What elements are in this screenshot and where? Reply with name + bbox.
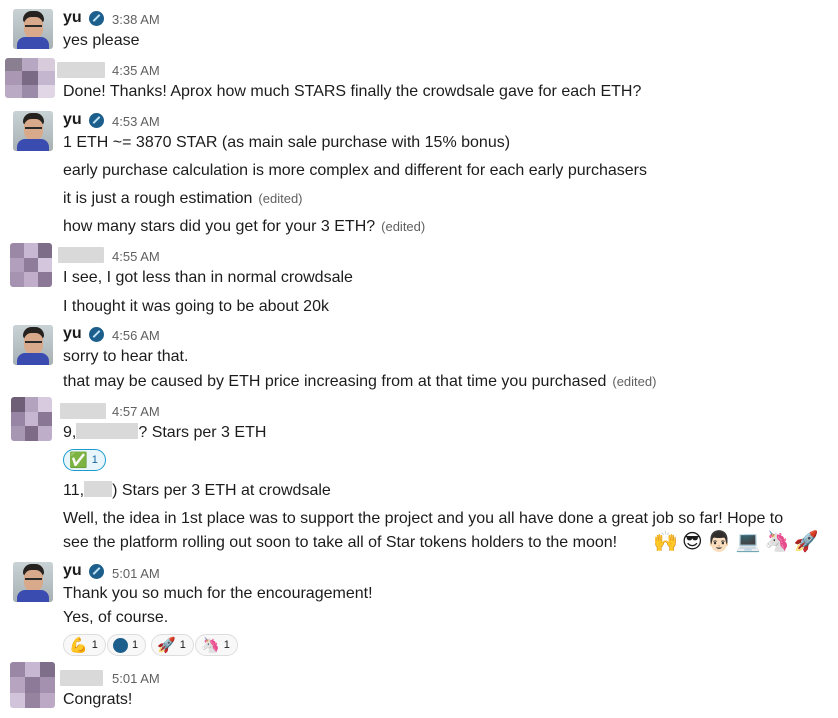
message-text-content: 11, <box>63 482 85 499</box>
star-logo-icon <box>113 637 128 653</box>
message-timestamp[interactable]: 4:55 AM <box>112 249 160 264</box>
reaction-count: 1 <box>91 454 98 466</box>
message-text: 1 ETH ~= 3870 STAR (as main sale purchas… <box>63 134 511 151</box>
flexed-biceps-icon: 💪 <box>69 636 88 654</box>
message-text-content: ) Stars per 3 ETH at crowdsale <box>112 482 331 499</box>
inline-emoji-row: 🙌 😎 👨🏻 💻 🦄 🚀 <box>653 531 818 553</box>
message-timestamp[interactable]: 4:53 AM <box>112 114 160 129</box>
message-text: I thought it was going to be about 20k <box>63 298 329 315</box>
user-avatar-redacted[interactable] <box>10 662 55 708</box>
reaction-muscle[interactable]: 💪 1 <box>63 634 106 656</box>
redacted-sender-name <box>58 247 104 263</box>
user-avatar-yu[interactable] <box>13 325 53 365</box>
message-text: see the platform rolling out soon to tak… <box>63 534 618 551</box>
message-text-content: how many stars did you get for your 3 ET… <box>63 218 376 235</box>
message-text: Well, the idea in 1st place was to suppo… <box>63 510 784 527</box>
edited-label: (edited) <box>381 219 426 234</box>
unicorn-icon: 🦄 <box>764 531 790 553</box>
reaction-unicorn[interactable]: 🦄 1 <box>195 634 238 656</box>
message-timestamp[interactable]: 4:35 AM <box>112 63 160 78</box>
message-timestamp[interactable]: 4:57 AM <box>112 404 160 419</box>
message-timestamp[interactable]: 3:38 AM <box>112 12 160 27</box>
sender-name[interactable]: yu <box>63 325 82 343</box>
sender-name[interactable]: yu <box>63 9 82 27</box>
raising-hands-icon: 🙌 <box>653 531 678 553</box>
message-text-content: that may be caused by ETH price increasi… <box>63 373 607 390</box>
edited-label: (edited) <box>612 374 657 389</box>
message-text: yes please <box>63 32 140 49</box>
message-text-content: 9, <box>63 424 77 441</box>
user-avatar-redacted[interactable] <box>10 243 52 287</box>
message-text: early purchase calculation is more compl… <box>63 162 647 179</box>
message-text: Done! Thanks! Aprox how much STARS final… <box>63 83 642 100</box>
message-text: 9, ? Stars per 3 ETH <box>63 423 266 443</box>
reaction-check[interactable]: ✅ 1 <box>63 449 106 471</box>
star-badge-icon <box>89 327 104 342</box>
message-text: Thank you so much for the encouragement! <box>63 585 373 602</box>
message-text-content: ? Stars per 3 ETH <box>138 424 267 441</box>
sender-name[interactable]: yu <box>63 562 82 580</box>
reaction-rocket[interactable]: 🚀 1 <box>151 634 194 656</box>
redacted-sender-name <box>60 403 106 419</box>
message-text: Yes, of course. <box>63 609 169 626</box>
user-avatar-yu[interactable] <box>13 111 53 151</box>
message-text: Congrats! <box>63 691 133 708</box>
message-text: 11, ) Stars per 3 ETH at crowdsale <box>63 481 331 501</box>
message-text: sorry to hear that. <box>63 348 189 365</box>
redacted-sender-name <box>60 670 103 686</box>
redacted-sender-name <box>57 62 105 78</box>
message-timestamp[interactable]: 5:01 AM <box>112 671 160 686</box>
unicorn-icon: 🦄 <box>201 636 220 654</box>
reaction-star-logo[interactable]: 1 <box>107 634 147 656</box>
sunglasses-face-icon: 😎 <box>681 531 703 553</box>
user-avatar-yu[interactable] <box>13 9 53 49</box>
check-mark-icon: ✅ <box>69 451 88 469</box>
user-avatar-redacted[interactable] <box>11 397 52 441</box>
message-text: how many stars did you get for your 3 ET… <box>63 217 425 237</box>
edited-label: (edited) <box>258 191 303 206</box>
user-avatar-redacted[interactable] <box>5 58 55 98</box>
rocket-icon: 🚀 <box>793 531 819 553</box>
message-text: it is just a rough estimation (edited) <box>63 189 303 209</box>
reaction-count: 1 <box>132 639 139 651</box>
message-timestamp[interactable]: 5:01 AM <box>112 566 160 581</box>
sender-name[interactable]: yu <box>63 111 82 129</box>
message-timestamp[interactable]: 4:56 AM <box>112 328 160 343</box>
man-face-icon: 👨🏻 <box>706 531 732 553</box>
redacted-number <box>76 423 139 439</box>
reaction-count: 1 <box>91 639 98 651</box>
reaction-count: 1 <box>179 639 186 651</box>
star-badge-icon <box>89 564 104 579</box>
message-text: I see, I got less than in normal crowdsa… <box>63 269 353 286</box>
laptop-icon: 💻 <box>735 531 761 553</box>
message-text: that may be caused by ETH price increasi… <box>63 372 656 392</box>
star-badge-icon <box>89 113 104 128</box>
message-text-content: it is just a rough estimation <box>63 190 253 207</box>
user-avatar-yu[interactable] <box>13 562 53 602</box>
reaction-count: 1 <box>223 639 230 651</box>
rocket-icon: 🚀 <box>157 636 176 654</box>
star-badge-icon <box>89 11 104 26</box>
redacted-number <box>84 481 113 497</box>
